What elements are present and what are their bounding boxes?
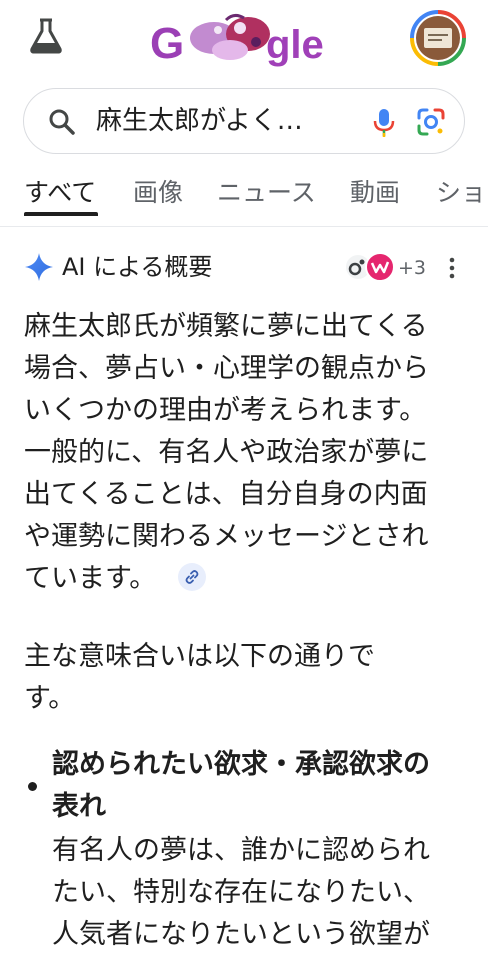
- ai-overview-title: AI による概要: [62, 253, 213, 281]
- search-input[interactable]: 麻生太郎がよく…: [96, 103, 303, 139]
- search-tabs: すべて 画像 ニュース 動画 ショ: [0, 166, 488, 222]
- bullet-body-line: 人気者になりたいという欲望が: [52, 919, 430, 950]
- active-tab-indicator: [24, 212, 98, 216]
- microphone-icon[interactable]: [372, 107, 396, 139]
- search-bar[interactable]: 麻生太郎がよく…: [23, 88, 465, 154]
- tabs-divider: [0, 226, 488, 227]
- tab-news[interactable]: ニュース: [217, 176, 316, 210]
- svg-text:gle: gle: [266, 23, 324, 67]
- tab-videos[interactable]: 動画: [350, 176, 400, 210]
- paragraph-line: 主な意味合いは以下の通りで: [24, 641, 375, 672]
- link-icon[interactable]: [178, 562, 207, 591]
- tab-all[interactable]: すべて: [24, 176, 96, 210]
- paragraph-line: いくつかの理由が考えられます。: [24, 395, 427, 426]
- bullet-heading-line: 表れ: [52, 791, 106, 822]
- ai-overview-header: AI による概要 +3: [0, 248, 488, 288]
- bullet-body-line: 有名人の夢は、誰かに認められ: [52, 835, 430, 866]
- bullet-body: 有名人の夢は、誰かに認められ たい、特別な存在になりたい、 人気者になりたいとい…: [52, 830, 466, 956]
- tab-images[interactable]: 画像: [133, 176, 183, 210]
- paragraph-line: す。: [24, 683, 76, 714]
- sources-count[interactable]: +3: [398, 254, 426, 282]
- paragraph-last-line: ています。: [24, 558, 466, 600]
- ai-overview-intro: 主な意味合いは以下の通りで す。: [24, 636, 466, 720]
- flask-icon[interactable]: [26, 16, 66, 56]
- more-vertical-icon[interactable]: [442, 254, 462, 282]
- paragraph-line: 一般的に、有名人や政治家が夢に: [24, 437, 429, 468]
- gemini-sparkle-icon: [24, 252, 54, 282]
- search-icon[interactable]: [48, 108, 76, 136]
- svg-text:G: G: [150, 19, 184, 68]
- paragraph-line: 場合、夢占い・心理学の観点から: [24, 353, 429, 384]
- bullet-heading-line: 認められたい欲求・承認欲求の: [52, 749, 430, 780]
- google-lens-icon[interactable]: [416, 107, 446, 137]
- top-header: G gle: [0, 0, 488, 80]
- bullet-heading: 認められたい欲求・承認欲求の 表れ: [52, 744, 466, 828]
- ai-overview-paragraph: 麻生太郎氏が頻繁に夢に出てくる 場合、夢占い・心理学の観点から いくつかの理由が…: [24, 306, 466, 600]
- paragraph-line: 麻生太郎氏が頻繁に夢に出てくる: [24, 311, 428, 342]
- bullet-dot: [28, 782, 37, 791]
- paragraph-line: 出てくることは、自分自身の内面: [24, 479, 428, 510]
- bullet-body-line: たい、特別な存在になりたい、: [52, 877, 430, 908]
- profile-avatar-icon[interactable]: [410, 10, 466, 66]
- google-doodle-logo[interactable]: G gle: [148, 10, 344, 72]
- tab-shopping[interactable]: ショ: [436, 176, 486, 210]
- paragraph-line: や運勢に関わるメッセージとされ: [24, 521, 429, 552]
- paragraph-line: ています。: [24, 563, 157, 594]
- source-favicons[interactable]: [344, 252, 398, 282]
